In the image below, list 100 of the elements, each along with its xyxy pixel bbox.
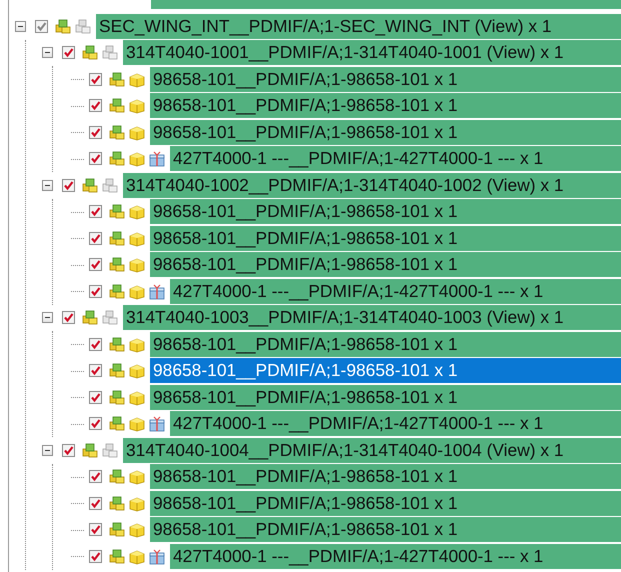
tree-item[interactable]: 427T4000-1 ---__PDMIF/A;1-427T4000-1 --- x 1 bbox=[170, 411, 621, 436]
tree-item[interactable]: 98658-101__PDMIF/A;1-98658-101 x 1 bbox=[150, 358, 621, 384]
collapse-toggle[interactable] bbox=[42, 312, 52, 324]
checkbox[interactable] bbox=[89, 126, 102, 139]
blocks-icon bbox=[108, 415, 126, 432]
cube-icon bbox=[128, 256, 146, 274]
blocks-icon bbox=[108, 203, 126, 220]
blocks-icon bbox=[81, 309, 99, 326]
checkbox[interactable] bbox=[89, 470, 102, 484]
blocks-icon bbox=[108, 124, 126, 141]
blocks-icon bbox=[108, 468, 126, 486]
checkmark-icon bbox=[90, 100, 101, 112]
checkmark-icon bbox=[90, 418, 101, 430]
blocks-icon bbox=[108, 336, 126, 353]
tree-item[interactable]: 98658-101__PDMIF/A;1-98658-101 x 1 bbox=[150, 226, 621, 251]
tree-item[interactable]: 98658-101__PDMIF/A;1-98658-101 x 1 bbox=[150, 93, 621, 118]
collapse-toggle[interactable] bbox=[42, 47, 52, 58]
package-icon bbox=[148, 282, 166, 300]
checkmark-icon bbox=[90, 74, 101, 85]
checkbox[interactable] bbox=[89, 523, 102, 536]
package-icon bbox=[148, 150, 166, 168]
checkmark-icon bbox=[90, 259, 101, 270]
collapse-toggle[interactable] bbox=[42, 180, 52, 191]
tree-item[interactable]: 427T4000-1 ---__PDMIF/A;1-427T4000-1 --- x 1 bbox=[170, 146, 621, 172]
blocks-icon bbox=[108, 70, 126, 88]
tree-item[interactable]: 98658-101__PDMIF/A;1-98658-101 x 1 bbox=[150, 517, 621, 542]
checkbox[interactable] bbox=[89, 232, 102, 245]
tree-item[interactable]: 314T4040-1004__PDMIF/A;1-314T4040-1004 (View) x 1 bbox=[123, 438, 621, 463]
checkmark-icon bbox=[63, 444, 74, 456]
cube-icon bbox=[128, 203, 146, 220]
checkbox[interactable] bbox=[89, 417, 102, 430]
blocks-icon bbox=[108, 282, 126, 300]
checkmark-icon bbox=[90, 286, 101, 297]
blocks-icon bbox=[108, 256, 126, 274]
checkbox[interactable] bbox=[89, 284, 102, 298]
checkbox[interactable] bbox=[89, 205, 102, 218]
tree-item[interactable]: 98658-101__PDMIF/A;1-98658-101 x 1 bbox=[150, 490, 621, 516]
checkbox[interactable] bbox=[89, 99, 102, 112]
checkbox[interactable] bbox=[89, 390, 102, 404]
cube-icon bbox=[128, 548, 146, 565]
checkbox[interactable] bbox=[62, 178, 75, 192]
blocks-icon bbox=[81, 442, 99, 459]
checkbox[interactable] bbox=[89, 152, 102, 166]
tree-item[interactable]: 98658-101__PDMIF/A;1-98658-101 x 1 bbox=[150, 332, 621, 357]
checkbox[interactable] bbox=[89, 364, 102, 378]
tree-item[interactable]: 427T4000-1 ---__PDMIF/A;1-427T4000-1 --- x 1 bbox=[170, 544, 621, 569]
blocks-icon bbox=[108, 548, 126, 565]
checkmark-icon bbox=[63, 47, 74, 58]
checkbox[interactable] bbox=[89, 258, 102, 272]
cube-icon bbox=[128, 336, 146, 353]
checkmark-icon bbox=[90, 206, 101, 218]
checkmark-icon bbox=[90, 392, 101, 403]
checkmark-icon bbox=[90, 498, 101, 509]
cube-icon bbox=[128, 494, 146, 512]
blocks-icon bbox=[81, 176, 99, 194]
checkbox[interactable] bbox=[89, 496, 102, 510]
blocks-icon bbox=[81, 44, 99, 62]
collapse-toggle[interactable] bbox=[14, 20, 26, 32]
checkmark-icon bbox=[90, 153, 101, 164]
cube-icon bbox=[128, 388, 146, 406]
blocks-icon bbox=[108, 494, 126, 512]
checkbox[interactable] bbox=[89, 72, 102, 86]
package-icon bbox=[148, 548, 166, 565]
checkbox[interactable] bbox=[89, 550, 102, 563]
blocks-icon bbox=[108, 150, 126, 168]
blocks-icon bbox=[108, 362, 126, 380]
cube-icon bbox=[128, 521, 146, 538]
tree-item[interactable]: 314T4040-1003__PDMIF/A;1-314T4040-1003 (View) x 1 bbox=[123, 305, 621, 330]
checkmark-icon bbox=[63, 312, 74, 324]
tree-item[interactable]: 98658-101__PDMIF/A;1-98658-101 x 1 bbox=[150, 464, 621, 490]
blocks-icon bbox=[108, 388, 126, 406]
tree-item[interactable]: SEC_WING_INT__PDMIF/A;1-SEC_WING_INT (View) x 1 bbox=[96, 14, 621, 39]
checkmark-icon bbox=[90, 550, 101, 562]
cube-icon bbox=[128, 97, 146, 114]
tree-item[interactable]: 314T4040-1002__PDMIF/A;1-314T4040-1002 (View) x 1 bbox=[123, 172, 621, 198]
blocks-icon bbox=[108, 521, 126, 538]
tree-item[interactable]: 98658-101__PDMIF/A;1-98658-101 x 1 bbox=[150, 199, 621, 224]
tree-item[interactable]: 98658-101__PDMIF/A;1-98658-101 x 1 bbox=[150, 252, 621, 278]
tree-item[interactable]: 98658-101__PDMIF/A;1-98658-101 x 1 bbox=[150, 120, 621, 145]
blocks-icon bbox=[108, 230, 126, 247]
cube-icon bbox=[128, 124, 146, 141]
checkbox[interactable] bbox=[62, 311, 75, 324]
tree-item[interactable]: 314T4040-1001__PDMIF/A;1-314T4040-1001 (View) x 1 bbox=[123, 40, 621, 66]
tree-item[interactable]: 98658-101__PDMIF/A;1-98658-101 x 1 bbox=[150, 66, 621, 92]
cube-icon bbox=[128, 70, 146, 88]
faded-blocks-icon bbox=[101, 309, 119, 326]
checkmark-icon bbox=[90, 471, 101, 482]
checkbox[interactable] bbox=[62, 444, 75, 457]
blocks-icon bbox=[54, 18, 72, 35]
collapse-toggle[interactable] bbox=[42, 444, 52, 456]
cube-icon bbox=[128, 282, 146, 300]
checkmark-icon bbox=[90, 126, 101, 138]
checkmark-icon bbox=[90, 524, 101, 536]
cube-icon bbox=[128, 150, 146, 168]
checkbox[interactable] bbox=[62, 46, 75, 60]
faded-blocks-icon bbox=[101, 442, 119, 459]
checkbox[interactable] bbox=[89, 338, 102, 351]
tree-item[interactable]: 98658-101__PDMIF/A;1-98658-101 x 1 bbox=[150, 384, 621, 410]
tree-item[interactable]: 427T4000-1 ---__PDMIF/A;1-427T4000-1 --- x 1 bbox=[170, 278, 621, 304]
cube-icon bbox=[128, 230, 146, 247]
